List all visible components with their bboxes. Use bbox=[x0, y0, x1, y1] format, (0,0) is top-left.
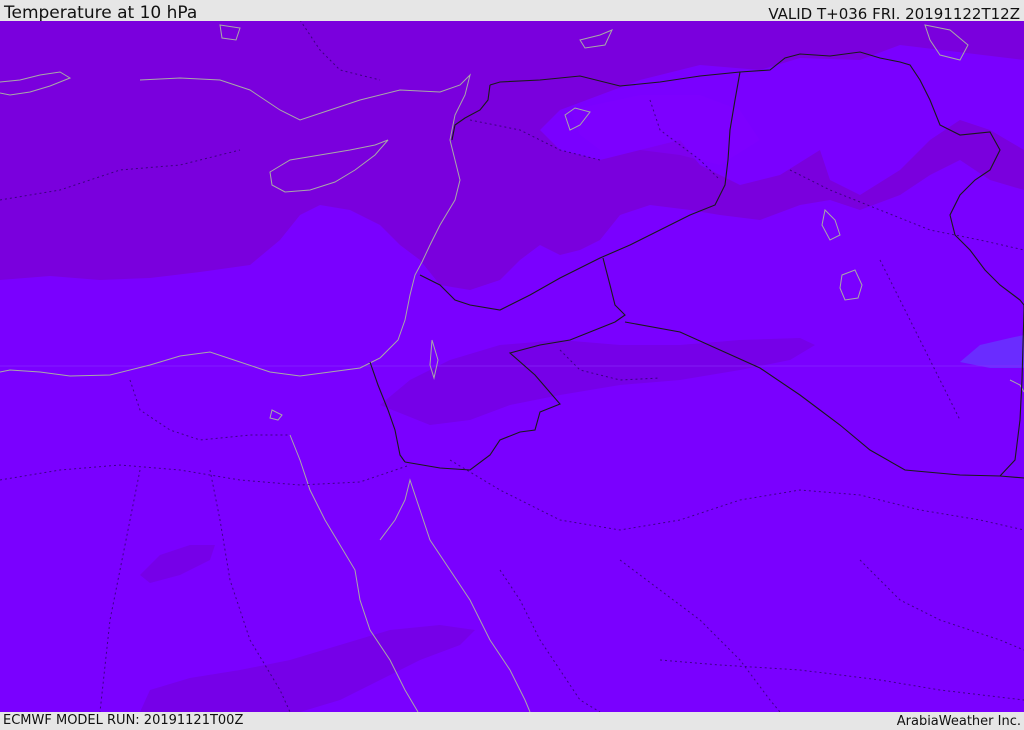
weather-map[interactable] bbox=[0, 21, 1024, 712]
footer-bar: ECMWF MODEL RUN: 20191121T00Z ArabiaWeat… bbox=[0, 712, 1024, 729]
map-title: Temperature at 10 hPa bbox=[4, 3, 198, 23]
credit: ArabiaWeather Inc. bbox=[896, 714, 1021, 729]
header-bar: Temperature at 10 hPa VALID T+036 FRI. 2… bbox=[0, 0, 1024, 23]
model-run: ECMWF MODEL RUN: 20191121T00Z bbox=[3, 713, 244, 728]
